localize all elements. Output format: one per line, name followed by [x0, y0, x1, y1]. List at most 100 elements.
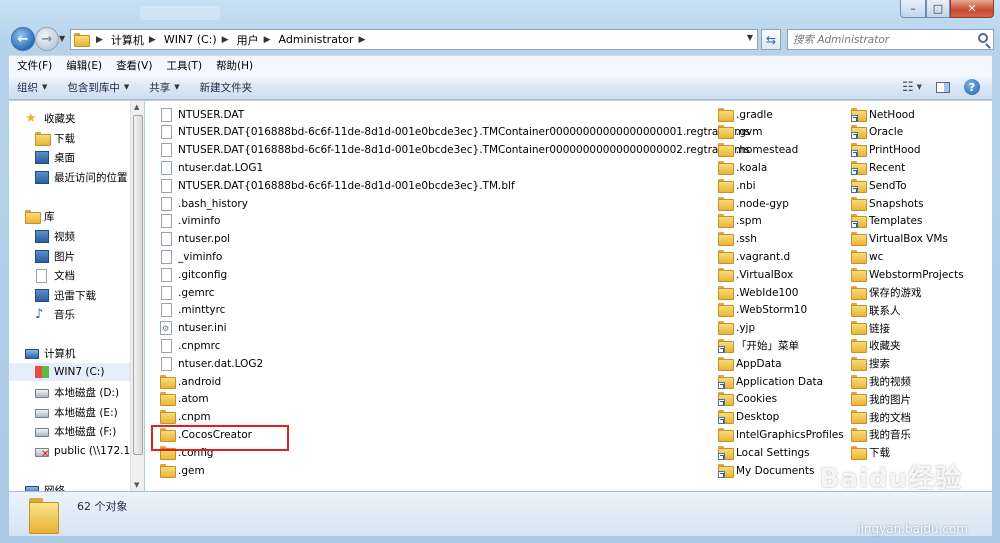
- file-item[interactable]: ntuser.pol: [160, 231, 230, 248]
- file-item[interactable]: 收藏夹: [851, 337, 901, 354]
- file-item[interactable]: .gem: [160, 462, 205, 479]
- nav-music[interactable]: ♪ 音乐: [35, 305, 75, 323]
- breadcrumb-users[interactable]: 用户 ▶: [237, 32, 279, 48]
- file-item[interactable]: Desktop: [718, 409, 779, 426]
- help-icon[interactable]: ?: [964, 79, 980, 95]
- file-item[interactable]: Cookies: [718, 391, 777, 408]
- file-item[interactable]: 链接: [851, 320, 890, 337]
- file-item[interactable]: ntuser.ini: [160, 320, 227, 337]
- address-history-dropdown-icon[interactable]: ▼: [747, 33, 753, 42]
- file-item[interactable]: NTUSER.DAT{016888bd-6c6f-11de-8d1d-001e0…: [160, 177, 515, 194]
- nav-desktop[interactable]: 桌面: [35, 148, 75, 166]
- address-bar[interactable]: ▶ 计算机 ▶ WIN7 (C:) ▶ 用户 ▶ Administrator ▶ ▼: [70, 29, 758, 50]
- file-item[interactable]: 搜索: [851, 355, 890, 372]
- nav-drive-d[interactable]: 本地磁盘 (D:): [35, 383, 119, 401]
- preview-pane-icon[interactable]: [936, 81, 950, 93]
- file-item[interactable]: .cnpmrc: [160, 337, 221, 354]
- file-item[interactable]: 联系人: [851, 302, 901, 319]
- file-item[interactable]: IntelGraphicsProfiles: [718, 426, 844, 443]
- nav-scrollbar[interactable]: ▲ ▼: [130, 101, 144, 491]
- file-item[interactable]: SendTo: [851, 177, 907, 194]
- file-item[interactable]: .cnpm: [160, 409, 211, 426]
- nav-thunder-downloads[interactable]: 迅雷下载: [35, 286, 96, 304]
- organize-button[interactable]: 组织 ▼: [17, 80, 47, 95]
- file-item[interactable]: Templates: [851, 213, 922, 230]
- nav-drive-f[interactable]: 本地磁盘 (F:): [35, 422, 116, 440]
- file-item[interactable]: WebstormProjects: [851, 266, 964, 283]
- scroll-up-icon[interactable]: ▲: [134, 103, 139, 111]
- file-item[interactable]: .ssh: [718, 231, 757, 248]
- file-item[interactable]: .VirtualBox: [718, 266, 793, 283]
- nav-pictures[interactable]: 图片: [35, 247, 75, 265]
- nav-computer[interactable]: 计算机: [25, 344, 76, 362]
- breadcrumb-computer[interactable]: 计算机 ▶: [111, 32, 164, 48]
- file-item[interactable]: NTUSER.DAT: [160, 106, 244, 123]
- file-item[interactable]: PrintHood: [851, 142, 921, 159]
- nav-network[interactable]: 网络: [25, 481, 65, 491]
- forward-button[interactable]: →: [35, 27, 59, 51]
- scroll-down-icon[interactable]: ▼: [134, 481, 139, 489]
- file-item[interactable]: .minttyrc: [160, 302, 225, 319]
- file-item[interactable]: AppData: [718, 355, 782, 372]
- menu-view[interactable]: 查看(V): [116, 58, 152, 73]
- file-item[interactable]: 我的视频: [851, 373, 911, 390]
- nav-favorites[interactable]: ★ 收藏夹: [25, 109, 76, 127]
- file-item[interactable]: ntuser.dat.LOG1: [160, 159, 263, 176]
- file-item[interactable]: .gradle: [718, 106, 773, 123]
- file-item[interactable]: 我的音乐: [851, 426, 911, 443]
- search-input[interactable]: [793, 33, 973, 46]
- file-item[interactable]: .koala: [718, 159, 767, 176]
- nav-recent-places[interactable]: 最近访问的位置: [35, 168, 128, 186]
- file-item[interactable]: .homestead: [718, 142, 798, 159]
- search-icon[interactable]: [978, 33, 988, 43]
- file-item[interactable]: .gitconfig: [160, 266, 227, 283]
- chevron-right-icon[interactable]: ▶: [96, 35, 103, 45]
- file-item[interactable]: NTUSER.DAT{016888bd-6c6f-11de-8d1d-001e0…: [160, 124, 750, 141]
- chevron-right-icon[interactable]: ▶: [359, 35, 366, 45]
- file-item[interactable]: NTUSER.DAT{016888bd-6c6f-11de-8d1d-001e0…: [160, 142, 750, 159]
- menu-tools[interactable]: 工具(T): [166, 58, 202, 73]
- file-item[interactable]: VirtualBox VMs: [851, 231, 948, 248]
- file-item[interactable]: Oracle: [851, 124, 903, 141]
- file-item[interactable]: .vagrant.d: [718, 248, 790, 265]
- nav-documents[interactable]: 文档: [35, 266, 75, 284]
- file-item[interactable]: .atom: [160, 391, 209, 408]
- nav-drive-c[interactable]: WIN7 (C:): [9, 363, 130, 381]
- file-item[interactable]: ntuser.dat.LOG2: [160, 355, 263, 372]
- new-folder-button[interactable]: 新建文件夹: [200, 80, 253, 95]
- file-item[interactable]: _viminfo: [160, 248, 222, 265]
- file-item[interactable]: .yjp: [718, 320, 755, 337]
- file-item[interactable]: .gvm: [718, 124, 762, 141]
- file-item[interactable]: .nbi: [718, 177, 756, 194]
- file-item[interactable]: wc: [851, 248, 883, 265]
- include-in-library-button[interactable]: 包含到库中 ▼: [67, 80, 129, 95]
- file-item[interactable]: 我的文档: [851, 409, 911, 426]
- menu-edit[interactable]: 编辑(E): [66, 58, 102, 73]
- chevron-right-icon[interactable]: ▶: [264, 35, 271, 45]
- file-item[interactable]: 保存的游戏: [851, 284, 922, 301]
- chevron-right-icon[interactable]: ▶: [149, 35, 156, 45]
- search-box[interactable]: [787, 29, 994, 50]
- nav-drive-e[interactable]: 本地磁盘 (E:): [35, 403, 118, 421]
- file-item[interactable]: Application Data: [718, 373, 823, 390]
- file-item[interactable]: .gemrc: [160, 284, 215, 301]
- share-button[interactable]: 共享 ▼: [149, 80, 179, 95]
- file-item[interactable]: .viminfo: [160, 213, 220, 230]
- nav-videos[interactable]: 视频: [35, 227, 75, 245]
- file-item[interactable]: .node-gyp: [718, 195, 789, 212]
- file-item[interactable]: Snapshots: [851, 195, 924, 212]
- menu-help[interactable]: 帮助(H): [216, 58, 253, 73]
- menu-file[interactable]: 文件(F): [17, 58, 52, 73]
- file-item[interactable]: My Documents: [718, 462, 814, 479]
- breadcrumb-administrator[interactable]: Administrator ▶: [279, 33, 374, 46]
- maximize-button[interactable]: □: [926, 0, 950, 18]
- file-item[interactable]: .WebStorm10: [718, 302, 807, 319]
- file-item[interactable]: Recent: [851, 159, 905, 176]
- scrollbar-thumb[interactable]: [133, 115, 143, 455]
- breadcrumb-drive[interactable]: WIN7 (C:) ▶: [164, 33, 237, 46]
- nav-network-drive[interactable]: ✕ public (\\172.16: [35, 442, 130, 460]
- file-item[interactable]: 「开始」菜单: [718, 337, 799, 354]
- refresh-button[interactable]: ⇆: [761, 29, 781, 50]
- file-item[interactable]: Local Settings: [718, 444, 810, 461]
- file-item[interactable]: .bash_history: [160, 195, 248, 212]
